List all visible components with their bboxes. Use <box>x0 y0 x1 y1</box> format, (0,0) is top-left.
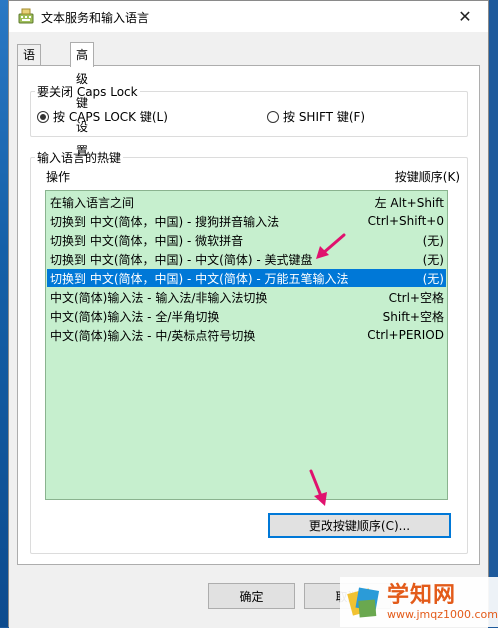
hotkey-action: 在输入语言之间 <box>50 195 135 210</box>
hotkey-keys: Ctrl+PERIOD <box>367 328 444 342</box>
list-item[interactable]: 切换到 中文(简体，中国) - 微软拼音 (无) <box>47 231 446 249</box>
keyboard-icon <box>18 8 34 24</box>
annotation-arrow-icon <box>309 469 327 506</box>
list-item-selected[interactable]: 切换到 中文(简体，中国) - 中文(简体) - 万能五笔输入法 (无) <box>47 269 446 287</box>
watermark-brand: 学知网 <box>387 582 457 608</box>
list-item[interactable]: 中文(简体)输入法 - 中/英标点符号切换 Ctrl+PERIOD <box>47 326 446 344</box>
hotkey-keys: 左 Alt+Shift <box>374 195 444 210</box>
window-title: 文本服务和输入语言 <box>41 11 150 25</box>
button-label: 更改按键顺序(C)... <box>308 519 411 533</box>
list-item[interactable]: 中文(简体)输入法 - 输入法/非输入法切换 Ctrl+空格 <box>47 288 446 306</box>
tab-label: 高级键设置 <box>76 48 89 158</box>
radio-caps-lock[interactable]: 按 CAPS LOCK 键(L) <box>37 108 168 125</box>
list-item[interactable]: 在输入语言之间 左 Alt+Shift <box>47 193 446 211</box>
change-key-sequence-button[interactable]: 更改按键顺序(C)... <box>268 513 451 538</box>
list-item[interactable]: 中文(简体)输入法 - 全/半角切换 Shift+空格 <box>47 307 446 325</box>
hotkey-action: 切换到 中文(简体，中国) - 搜狗拼音输入法 <box>50 214 280 229</box>
close-icon: ✕ <box>458 7 472 26</box>
hotkey-action: 中文(简体)输入法 - 全/半角切换 <box>50 309 220 324</box>
close-button[interactable]: ✕ <box>442 1 488 32</box>
hotkey-keys: Ctrl+空格 <box>388 290 444 305</box>
hotkey-action: 中文(简体)输入法 - 中/英标点符号切换 <box>50 328 256 343</box>
tab-advanced-key-settings[interactable]: 高级键设置 <box>70 42 95 158</box>
hotkey-keys: (无) <box>422 271 444 286</box>
button-label: 确定 <box>239 589 264 604</box>
radio-label: 按 SHIFT 键(F) <box>283 110 366 124</box>
hotkey-keys: (无) <box>422 252 444 267</box>
tab-language-bar[interactable]: 语言栏 <box>17 44 42 104</box>
column-header-key-sequence: 按键顺序(K) <box>394 170 460 184</box>
hotkey-keys: (无) <box>422 233 444 248</box>
radio-label: 按 CAPS LOCK 键(L) <box>53 110 168 124</box>
ok-button[interactable]: 确定 <box>208 583 295 609</box>
radio-shift[interactable]: 按 SHIFT 键(F) <box>267 108 365 125</box>
radio-checked-icon <box>37 110 49 123</box>
watermark-url: www.jmqz1000.com <box>387 607 498 621</box>
hotkey-keys: Shift+空格 <box>382 309 444 324</box>
hotkeys-list[interactable]: 在输入语言之间 左 Alt+Shift 切换到 中文(简体，中国) - 搜狗拼音… <box>45 190 448 500</box>
hotkey-action: 切换到 中文(简体，中国) - 中文(简体) - 美式键盘 <box>50 252 313 267</box>
watermark-logo-icon <box>347 587 380 618</box>
list-item[interactable]: 切换到 中文(简体，中国) - 中文(简体) - 美式键盘 (无) <box>47 250 446 268</box>
column-header-action: 操作 <box>46 170 71 184</box>
title-bar: 文本服务和输入语言 ✕ <box>9 1 488 32</box>
hotkey-action: 切换到 中文(简体，中国) - 中文(简体) - 万能五笔输入法 <box>50 271 349 286</box>
watermark: 学知网 www.jmqz1000.com <box>340 577 498 627</box>
radio-unchecked-icon <box>267 110 279 123</box>
hotkey-action: 中文(简体)输入法 - 输入法/非输入法切换 <box>50 290 268 305</box>
hotkey-action: 切换到 中文(简体，中国) - 微软拼音 <box>50 233 244 248</box>
hotkey-keys: Ctrl+Shift+0 <box>367 214 444 228</box>
list-item[interactable]: 切换到 中文(简体，中国) - 搜狗拼音输入法 Ctrl+Shift+0 <box>47 212 446 230</box>
annotation-arrow-icon <box>316 233 346 259</box>
dialog-window: 文本服务和输入语言 ✕ 语言栏 高级键设置 要关闭 Caps Lock 按 CA… <box>8 0 489 628</box>
